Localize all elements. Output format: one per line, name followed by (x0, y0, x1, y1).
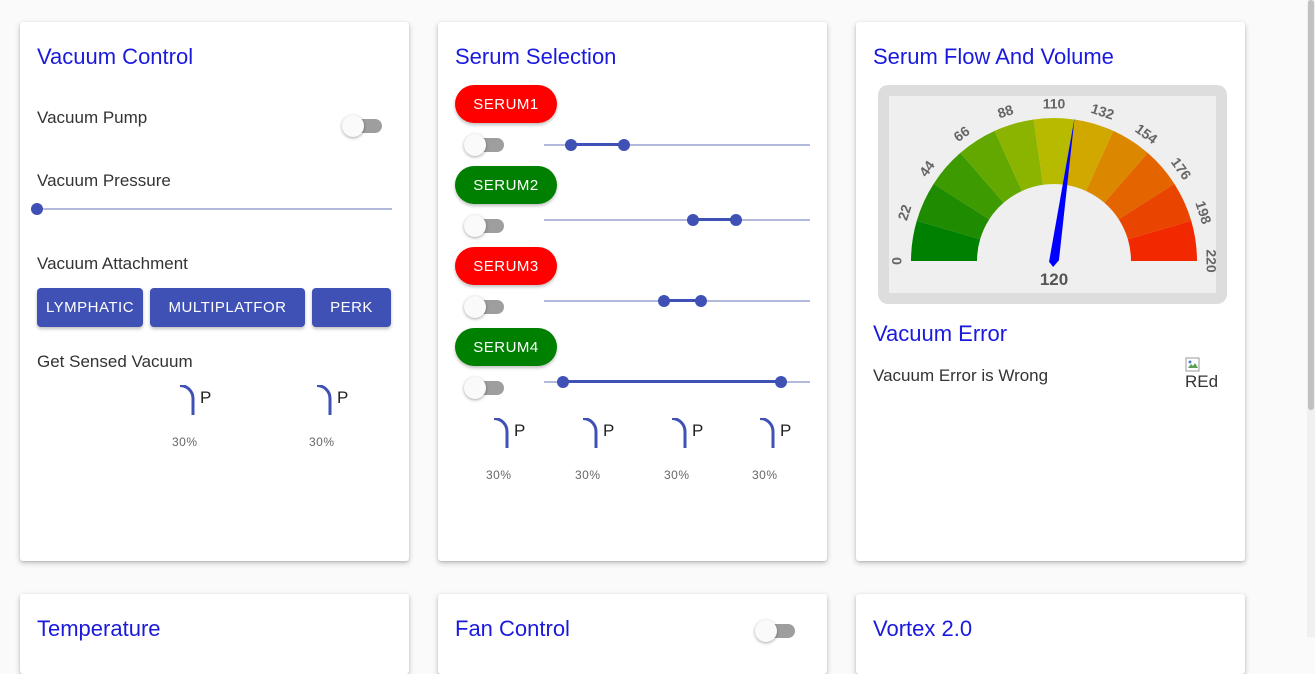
fan-control-card: Fan Control (438, 594, 827, 674)
toggle-thumb[interactable] (342, 115, 364, 137)
slider-fill (570, 143, 624, 146)
page-scrollbar[interactable] (1307, 0, 1315, 637)
serum-indicator: P 30% (664, 418, 724, 498)
serum4-range-slider[interactable] (544, 372, 810, 392)
serum2-range-slider[interactable] (544, 210, 810, 230)
slider-rail (37, 208, 392, 210)
slider-knob-low[interactable] (556, 376, 569, 388)
broken-image-icon (1185, 357, 1200, 372)
gauge-tick-label: 176 (1168, 154, 1195, 182)
toggle-thumb[interactable] (464, 215, 486, 237)
vacuum-pump-label: Vacuum Pump (37, 108, 148, 127)
slider-knob-low[interactable] (564, 139, 577, 151)
serum-selection-card: Serum Selection SERUM1 SERUM2 SERUM3 SER… (438, 22, 827, 561)
sensed-vacuum-indicator: P 30% (309, 385, 369, 465)
vacuum-error-text: Vacuum Error is Wrong (873, 366, 1049, 385)
card-title: Temperature (37, 616, 161, 641)
indicator-percent: 30% (486, 468, 512, 482)
vacuum-error-title: Vacuum Error (873, 321, 1008, 346)
gauge-tick-label: 44 (916, 157, 938, 179)
fan-toggle[interactable] (755, 619, 795, 643)
indicator-letter: P (200, 388, 212, 407)
indicator-letter: P (337, 388, 349, 407)
gauge-tick-label: 66 (951, 123, 973, 145)
toggle-thumb[interactable] (755, 620, 777, 642)
serum-indicator: P 30% (575, 418, 635, 498)
serum3-button[interactable]: SERUM3 (455, 247, 557, 285)
scrollbar-thumb[interactable] (1308, 0, 1314, 410)
toggle-thumb[interactable] (464, 134, 486, 156)
indicator-percent: 30% (575, 468, 601, 482)
image-alt-text: REd (1185, 372, 1219, 391)
sensed-vacuum-label: Get Sensed Vacuum (37, 352, 193, 371)
gauge-tick-label: 154 (1132, 120, 1160, 147)
card-title: Vortex 2.0 (873, 616, 973, 641)
slider-knob-low[interactable] (657, 295, 670, 307)
toggle-thumb[interactable] (464, 296, 486, 318)
gauge-tick-label: 220 (1203, 249, 1216, 273)
serum3-range-slider[interactable] (544, 291, 810, 311)
serum3-toggle[interactable] (464, 295, 504, 319)
serum1-button[interactable]: SERUM1 (455, 85, 557, 123)
indicator-letter: P (692, 421, 704, 440)
indicator-letter: P (603, 421, 615, 440)
indicator-percent: 30% (752, 468, 778, 482)
gauge-tick-label: 22 (894, 202, 914, 222)
indicator-percent: 30% (664, 468, 690, 482)
gauge-tick-label: 110 (1043, 96, 1066, 112)
indicator-percent: 30% (309, 435, 335, 449)
vacuum-pressure-slider[interactable] (31, 199, 392, 219)
serum1-range-slider[interactable] (544, 135, 810, 155)
serum2-button[interactable]: SERUM2 (455, 166, 557, 204)
serum1-toggle[interactable] (464, 133, 504, 157)
gauge-tick-label: 88 (996, 101, 1016, 121)
serum-flow-card: Serum Flow And Volume 0 22 44 66 88 110 132 154… (856, 22, 1245, 561)
card-title: Fan Control (455, 616, 570, 641)
slider-knob-high[interactable] (694, 295, 707, 307)
slider-rail (544, 219, 810, 221)
indicator-letter: P (780, 421, 792, 440)
serum4-button[interactable]: SERUM4 (455, 328, 557, 366)
vacuum-pump-toggle[interactable] (342, 114, 382, 138)
gauge-face: 0 22 44 66 88 110 132 154 176 198 220 120 (889, 96, 1220, 293)
serum4-toggle[interactable] (464, 376, 504, 400)
gauge-value-label: 120 (1040, 270, 1068, 289)
lymphatic-button[interactable]: LYMPHATIC (37, 288, 143, 327)
slider-knob[interactable] (31, 203, 43, 215)
gauge-tick-label: 198 (1192, 199, 1215, 226)
serum2-toggle[interactable] (464, 214, 504, 238)
sensed-vacuum-indicator: P 30% (172, 385, 232, 465)
gauge-tick-label: 0 (889, 257, 905, 265)
vacuum-control-card: Vacuum Control Vacuum Pump Vacuum Pressu… (20, 22, 409, 561)
slider-knob-high[interactable] (729, 214, 742, 226)
gauge-frame: 0 22 44 66 88 110 132 154 176 198 220 120 (878, 85, 1227, 304)
slider-knob-low[interactable] (686, 214, 699, 226)
error-status-image: REd (1185, 357, 1218, 391)
card-title: Serum Flow And Volume (873, 44, 1114, 69)
slider-fill (562, 380, 781, 383)
serum-indicator: P 30% (486, 418, 546, 498)
multiplatfor-button[interactable]: MULTIPLATFOR (150, 288, 305, 327)
slider-knob-high[interactable] (617, 139, 630, 151)
vortex-card: Vortex 2.0 (856, 594, 1245, 674)
serum-indicator: P 30% (752, 418, 812, 498)
gauge-tick-label: 132 (1089, 100, 1116, 123)
slider-knob-high[interactable] (774, 376, 787, 388)
temperature-card: Temperature (20, 594, 409, 674)
vacuum-attachment-label: Vacuum Attachment (37, 254, 188, 273)
card-title: Serum Selection (455, 44, 617, 69)
indicator-letter: P (514, 421, 526, 440)
indicator-percent: 30% (172, 435, 198, 449)
card-title: Vacuum Control (37, 44, 194, 69)
perk-button[interactable]: PERK (312, 288, 391, 327)
vacuum-pressure-label: Vacuum Pressure (37, 171, 171, 190)
toggle-thumb[interactable] (464, 377, 486, 399)
flow-gauge: 0 22 44 66 88 110 132 154 176 198 220 120 (889, 96, 1220, 289)
